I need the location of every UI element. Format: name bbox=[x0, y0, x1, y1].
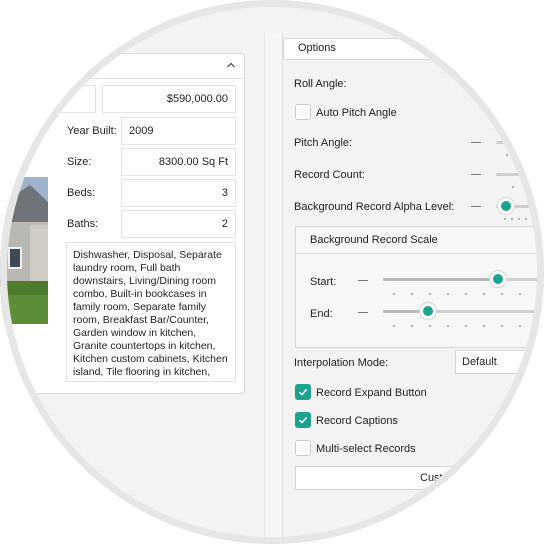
start-ticks bbox=[393, 293, 543, 295]
record-count-ticks bbox=[500, 186, 540, 188]
description-text: Dishwasher, Disposal, Separate laundry r… bbox=[66, 242, 236, 382]
check-icon bbox=[298, 416, 308, 424]
multiselect-checkbox[interactable] bbox=[295, 440, 311, 456]
magnified-view: $590,000.00 Year Built: 2009 Size: 8300.… bbox=[0, 0, 544, 544]
tab-options[interactable]: Options bbox=[283, 38, 544, 60]
size-field: 8300.00 Sq Ft bbox=[121, 148, 236, 176]
record-count-slider-track[interactable] bbox=[496, 173, 544, 176]
interp-mode-select[interactable]: Default bbox=[455, 350, 544, 374]
tab-options-label: Options bbox=[298, 42, 336, 54]
start-label: Start: bbox=[310, 276, 337, 288]
end-slider-thumb[interactable] bbox=[418, 302, 437, 320]
end-label: End: bbox=[310, 308, 333, 320]
auto-pitch-label: Auto Pitch Angle bbox=[316, 107, 397, 119]
baths-label: Baths: bbox=[67, 218, 99, 230]
size-label: Size: bbox=[67, 156, 92, 168]
multiselect-label: Multi-select Records bbox=[316, 443, 416, 455]
pitch-ticks bbox=[500, 154, 540, 156]
price-field: $590,000.00 bbox=[102, 85, 236, 113]
record-count-label: Record Count: bbox=[294, 169, 365, 181]
beds-field: 3 bbox=[121, 179, 236, 207]
bg-alpha-slider-thumb[interactable] bbox=[497, 197, 515, 215]
auto-pitch-checkbox[interactable] bbox=[295, 104, 311, 120]
captions-checkbox[interactable] bbox=[295, 412, 311, 428]
start-minus-icon[interactable] bbox=[358, 280, 368, 281]
interp-mode-value: Default bbox=[462, 356, 497, 368]
bg-alpha-minus-icon[interactable] bbox=[471, 206, 481, 207]
end-ticks bbox=[393, 325, 543, 327]
beds-label: Beds: bbox=[67, 187, 96, 199]
pitch-angle-label: Pitch Angle: bbox=[294, 137, 353, 149]
captions-label: Record Captions bbox=[316, 415, 398, 427]
start-slider-fill bbox=[383, 278, 499, 281]
baths-field: 2 bbox=[121, 210, 236, 238]
custom-button[interactable]: Custo bbox=[295, 466, 544, 490]
record-count-minus-icon[interactable] bbox=[471, 174, 481, 175]
check-icon bbox=[298, 388, 308, 396]
bg-alpha-label: Background Record Alpha Level: bbox=[294, 201, 455, 213]
card-header bbox=[1, 54, 244, 79]
expand-button-checkbox[interactable] bbox=[295, 384, 311, 400]
end-minus-icon[interactable] bbox=[358, 312, 368, 313]
year-built-label: Year Built: bbox=[67, 125, 117, 137]
custom-button-label: Custo bbox=[420, 472, 449, 484]
bg-alpha-ticks bbox=[504, 218, 544, 220]
splitter[interactable] bbox=[264, 33, 283, 544]
expand-button-label: Record Expand Button bbox=[316, 387, 427, 399]
interp-mode-label: Interpolation Mode: bbox=[294, 357, 389, 369]
roll-angle-label: Roll Angle: bbox=[294, 78, 347, 90]
house-photo bbox=[0, 177, 48, 324]
year-built-field: 2009 bbox=[121, 117, 236, 145]
blank-field bbox=[0, 85, 96, 113]
scale-group-label: Background Record Scale bbox=[310, 234, 438, 246]
chevron-up-icon[interactable] bbox=[223, 58, 239, 74]
pitch-minus-icon[interactable] bbox=[471, 142, 481, 143]
scale-group-header: Background Record Scale bbox=[296, 227, 544, 254]
pitch-slider-track[interactable] bbox=[496, 141, 544, 144]
